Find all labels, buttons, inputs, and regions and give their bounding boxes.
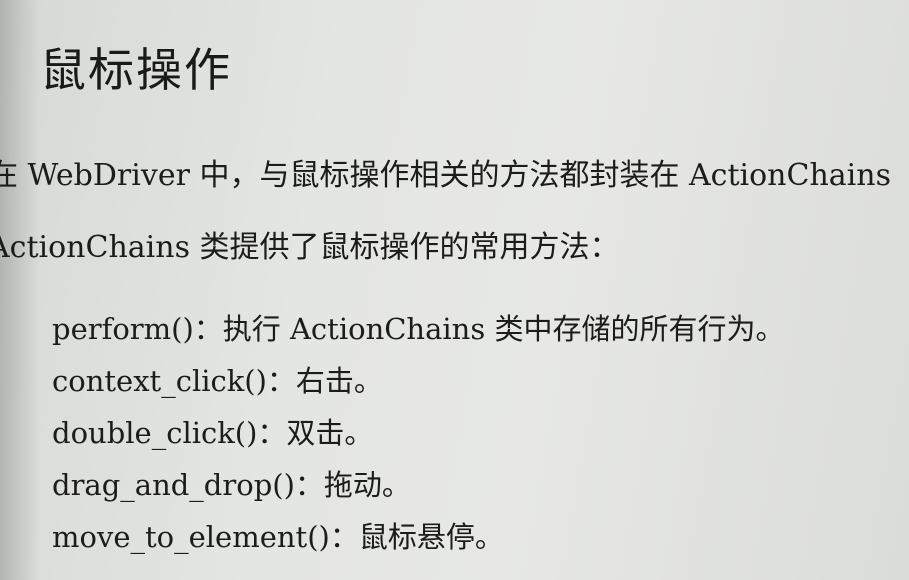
book-page: 鼠标操作 在 WebDriver 中，与鼠标操作相关的方法都封装在 Action…: [0, 0, 909, 580]
section-heading: 鼠标操作: [40, 43, 232, 97]
method-item-double-click: double_click()：双击。: [52, 416, 374, 450]
page-gutter-shadow: [0, 0, 40, 580]
method-list: perform()：执行 ActionChains 类中存储的所有行为。 con…: [52, 303, 784, 563]
method-item-move-to-element: move_to_element()：鼠标悬停。: [52, 520, 504, 554]
method-item-perform: perform()：执行 ActionChains 类中存储的所有行为。: [52, 312, 785, 346]
method-item-context-click: context_click()：右击。: [52, 364, 383, 398]
intro-paragraph-line-2: ActionChains 类提供了鼠标操作的常用方法：: [0, 230, 620, 265]
method-item-drag-and-drop: drag_and_drop()：拖动。: [52, 468, 411, 502]
intro-paragraph-line-1: 在 WebDriver 中，与鼠标操作相关的方法都封装在 ActionChain…: [0, 158, 891, 193]
